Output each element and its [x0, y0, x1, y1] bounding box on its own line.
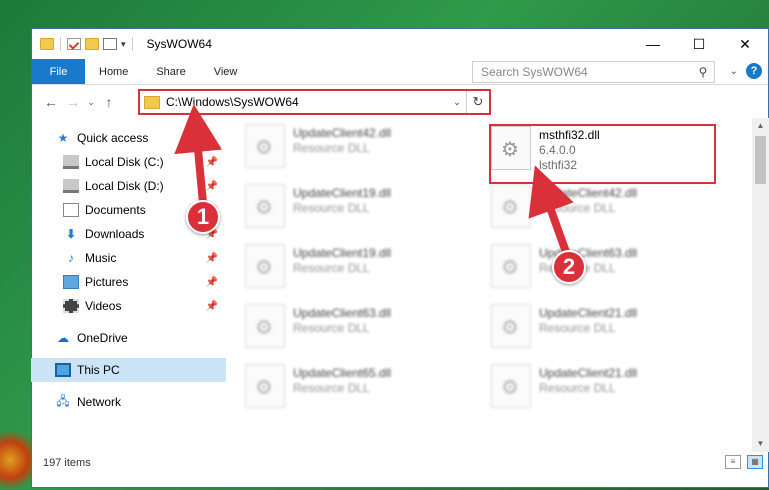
quick-access-toolbar: ▾: [32, 37, 135, 51]
refresh-icon[interactable]: ↻: [467, 94, 489, 110]
search-input[interactable]: Search SysWOW64 ⚲: [472, 61, 715, 83]
expand-ribbon-chevron-icon[interactable]: ⌄: [730, 66, 738, 77]
back-arrow-icon[interactable]: ←: [40, 94, 62, 110]
toolbar-separator: [131, 37, 133, 51]
properties-check-icon[interactable]: [67, 38, 81, 50]
search-icon[interactable]: ⚲: [692, 65, 714, 79]
tab-home[interactable]: Home: [85, 59, 142, 84]
folder-icon: [40, 38, 54, 50]
ribbon-right-controls: ⌄ ?: [730, 63, 762, 79]
tab-file[interactable]: File: [32, 59, 85, 84]
help-icon[interactable]: ?: [746, 63, 762, 79]
up-arrow-icon[interactable]: ↑: [98, 94, 120, 110]
toolbar-separator: [60, 37, 61, 51]
minimize-button[interactable]: —: [630, 29, 676, 59]
tab-share[interactable]: Share: [142, 59, 199, 84]
folder-icon: [144, 95, 160, 109]
maximize-button[interactable]: ☐: [676, 29, 722, 59]
new-folder-icon[interactable]: [85, 38, 99, 50]
navigation-bar: ← → ⌄ ↑ C:\Windows\SysWOW64 ⌄ ↻: [32, 85, 768, 119]
window-title: SysWOW64: [146, 37, 212, 51]
forward-arrow-icon[interactable]: →: [62, 94, 84, 110]
search-placeholder: Search SysWOW64: [481, 65, 588, 79]
tab-view[interactable]: View: [200, 59, 252, 84]
address-bar[interactable]: C:\Windows\SysWOW64 ⌄ ↻: [138, 89, 491, 115]
close-button[interactable]: ✕: [722, 29, 768, 59]
step-marker-2: 2: [552, 250, 586, 284]
step-marker-1: 1: [186, 200, 220, 234]
customize-toolbar-chevron-icon[interactable]: ▾: [121, 39, 126, 50]
title-bar: ▾ SysWOW64 — ☐ ✕: [32, 29, 768, 59]
target-file-highlight: [489, 124, 716, 184]
address-dropdown-chevron-icon[interactable]: ⌄: [448, 97, 466, 108]
view-properties-icon[interactable]: [103, 38, 117, 50]
recent-locations-chevron-icon[interactable]: ⌄: [84, 97, 98, 108]
address-path[interactable]: C:\Windows\SysWOW64 ⌄: [140, 91, 467, 113]
file-explorer-window: ▾ SysWOW64 — ☐ ✕ File Home Share View ⌄ …: [31, 28, 769, 488]
address-path-text: C:\Windows\SysWOW64: [166, 95, 299, 109]
window-controls: — ☐ ✕: [630, 29, 768, 59]
